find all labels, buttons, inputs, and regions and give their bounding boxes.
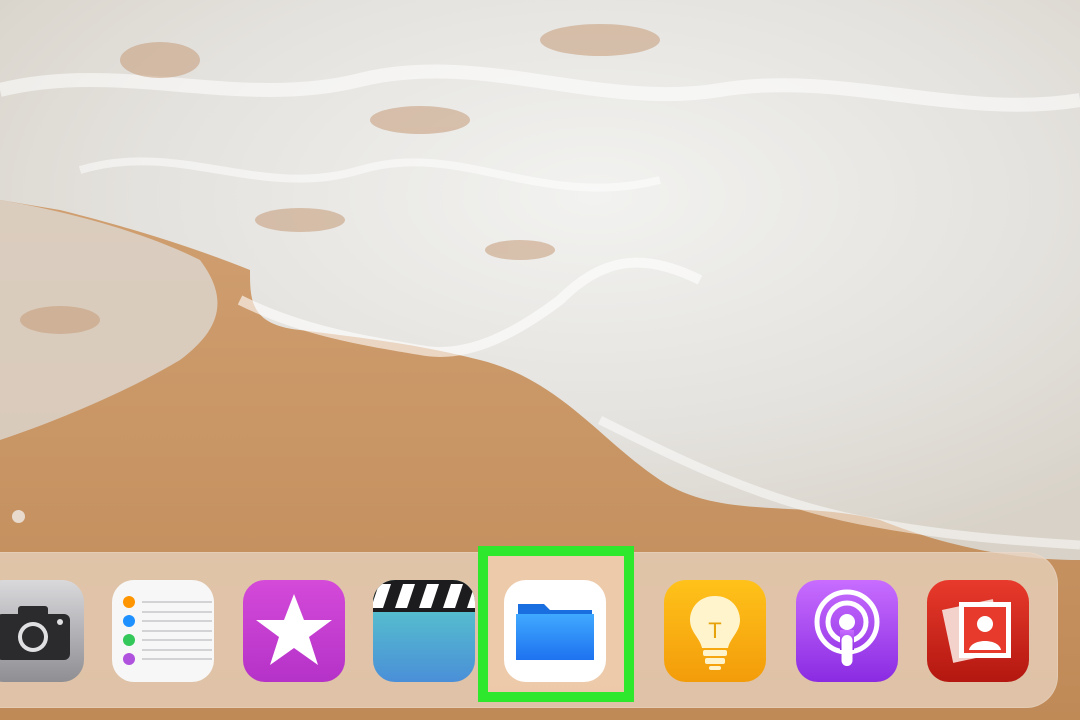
podcasts-app-icon[interactable] <box>796 580 898 682</box>
star-icon <box>243 580 345 682</box>
lightbulb-icon: T <box>664 580 766 682</box>
clips-app-icon[interactable] <box>373 580 475 682</box>
camera-icon <box>0 580 84 682</box>
tips-glyph: T <box>708 618 721 643</box>
itunes-store-app-icon[interactable] <box>243 580 345 682</box>
clapperboard-icon <box>373 580 475 682</box>
photos-icon <box>927 580 1029 682</box>
folder-icon <box>504 580 606 682</box>
files-app-icon[interactable] <box>504 580 606 682</box>
reminders-app-icon[interactable] <box>112 580 214 682</box>
tips-app-icon[interactable]: T <box>664 580 766 682</box>
page-indicator-dot[interactable] <box>12 510 25 523</box>
ipad-home-screen: T <box>0 0 1080 720</box>
camera-app-icon[interactable] <box>0 580 84 682</box>
podcast-icon <box>796 580 898 682</box>
photo-booth-app-icon[interactable] <box>927 580 1029 682</box>
reminders-icon <box>112 580 214 682</box>
